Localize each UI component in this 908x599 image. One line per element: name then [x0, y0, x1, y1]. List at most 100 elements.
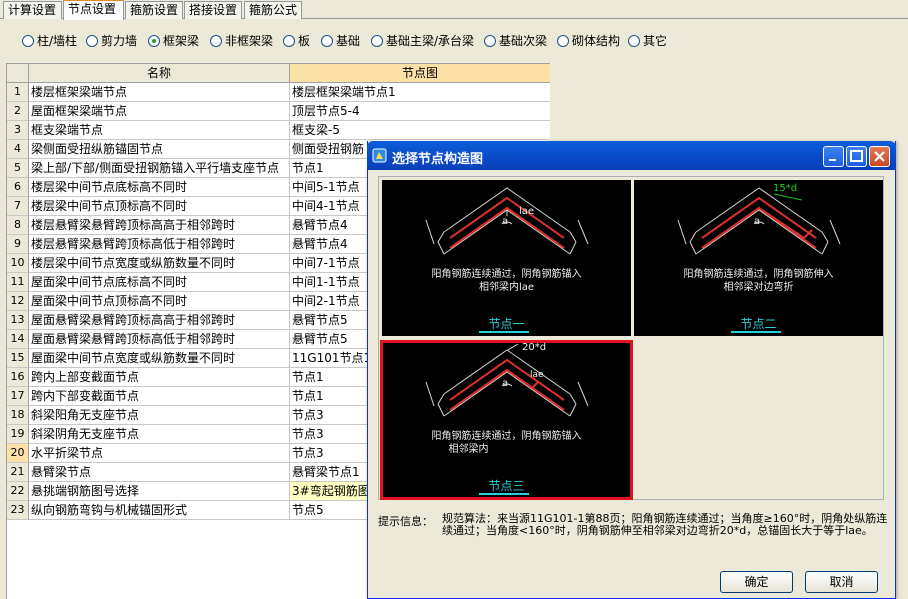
node-2-angle-label: a	[754, 216, 761, 227]
row-name-cell[interactable]: 楼层框架梁端节点	[29, 83, 290, 102]
radio-dot-icon	[210, 35, 222, 47]
row-number: 4	[7, 140, 29, 159]
radio-label: 基础	[336, 34, 361, 48]
row-number: 22	[7, 482, 29, 501]
node-3-description-line-1: 阳角钢筋连续通过，阴角钢筋锚入	[431, 431, 582, 442]
radio-dot-icon	[321, 35, 333, 47]
node-1-description-line-1: 阳角钢筋连续通过，阴角钢筋锚入	[431, 269, 582, 280]
row-name-cell[interactable]: 水平折梁节点	[29, 444, 290, 463]
row-name-cell[interactable]: 纵向钢筋弯钩与机械锚固形式	[29, 501, 290, 520]
node-1-angle-label: a	[502, 216, 509, 227]
row-name-cell[interactable]: 斜梁阳角无支座节点	[29, 406, 290, 425]
row-name-cell[interactable]: 跨内下部变截面节点	[29, 387, 290, 406]
row-name-cell[interactable]: 屋面梁中间节点宽度或纵筋数量不同时	[29, 349, 290, 368]
row-name-cell[interactable]: 悬挑端钢筋图号选择	[29, 482, 290, 501]
header-node-diagram[interactable]: 节点图	[290, 64, 550, 83]
header-name[interactable]: 名称	[29, 64, 290, 83]
row-name-cell[interactable]: 屋面框架梁端节点	[29, 102, 290, 121]
radio-shear-wall[interactable]: 剪力墙	[86, 34, 137, 50]
node-card-3[interactable]: 20*d lae a 阳角钢筋连续通过，阴角钢筋锚入 相邻梁内 节点三	[380, 340, 633, 500]
table-row[interactable]: 2 屋面框架梁端节点 顶层节点5-4	[7, 102, 550, 121]
row-node-cell[interactable]: 顶层节点5-4	[290, 102, 550, 121]
radio-slab[interactable]: 板	[283, 34, 310, 50]
row-number: 6	[7, 178, 29, 197]
radio-frame-beam[interactable]: 框架梁	[148, 34, 199, 50]
dialog-title-bar[interactable]: 选择节点构造图	[367, 141, 896, 170]
radio-label: 基础次梁	[499, 34, 548, 48]
close-button[interactable]	[869, 146, 890, 167]
node-2-dim-label: 15*d	[773, 183, 798, 194]
tab-stirrup-settings[interactable]: 箍筋设置	[125, 1, 183, 19]
cancel-button[interactable]: 取消	[805, 571, 878, 593]
row-number: 9	[7, 235, 29, 254]
node-3-underline	[479, 493, 529, 495]
row-name-cell[interactable]: 楼层悬臂梁悬臂跨顶标高高于相邻跨时	[29, 216, 290, 235]
row-name-cell[interactable]: 梁侧面受扭纵筋锚固节点	[29, 140, 290, 159]
row-name-cell[interactable]: 跨内上部变截面节点	[29, 368, 290, 387]
radio-dot-icon	[86, 35, 98, 47]
close-icon	[874, 151, 885, 162]
tab-calc-settings[interactable]: 计算设置	[3, 1, 62, 19]
radio-label: 剪力墙	[101, 34, 138, 48]
row-name-cell[interactable]: 屋面悬臂梁悬臂跨顶标高高于相邻跨时	[29, 311, 290, 330]
node-3-dim2-label: lae	[530, 370, 544, 380]
row-number: 17	[7, 387, 29, 406]
row-name-cell[interactable]: 屋面梁中间节点底标高不同时	[29, 273, 290, 292]
row-name-cell[interactable]: 楼层悬臂梁悬臂跨顶标高低于相邻跨时	[29, 235, 290, 254]
row-node-cell[interactable]: 框支梁-5	[290, 121, 550, 140]
row-number: 20	[7, 444, 29, 463]
radio-masonry[interactable]: 砌体结构	[557, 34, 620, 50]
radio-non-frame-beam[interactable]: 非框架梁	[210, 34, 273, 50]
node-2-diagram	[677, 187, 841, 255]
row-name-cell[interactable]: 悬臂梁节点	[29, 463, 290, 482]
maximize-icon	[850, 150, 863, 162]
radio-foundation-main-beam[interactable]: 基础主梁/承台梁	[371, 34, 474, 50]
tab-node-settings[interactable]: 节点设置	[63, 0, 124, 20]
radio-column[interactable]: 柱/墙柱	[22, 34, 77, 50]
row-name-cell[interactable]: 楼层梁中间节点底标高不同时	[29, 178, 290, 197]
tab-lap-settings[interactable]: 搭接设置	[184, 1, 242, 19]
node-3-dim-label: 20*d	[522, 342, 547, 353]
row-node-cell[interactable]: 楼层框架梁端节点1	[290, 83, 550, 102]
row-name-cell[interactable]: 框支梁端节点	[29, 121, 290, 140]
radio-label: 基础主梁/承台梁	[386, 34, 475, 48]
radio-other[interactable]: 其它	[628, 34, 667, 50]
radio-foundation-secondary-beam[interactable]: 基础次梁	[484, 34, 547, 50]
radio-label: 柱/墙柱	[37, 34, 78, 48]
node-2-description-line-1: 阳角钢筋连续通过，阴角钢筋伸入	[683, 269, 834, 280]
node-card-2[interactable]: 15*d a 阳角钢筋连续通过，阴角钢筋伸入 相邻梁对边弯折 节点二	[634, 180, 883, 336]
radio-dot-icon	[371, 35, 383, 47]
row-number: 19	[7, 425, 29, 444]
row-name-cell[interactable]: 楼层梁中间节点宽度或纵筋数量不同时	[29, 254, 290, 273]
node-3-diagram	[425, 343, 589, 417]
radio-label: 非框架梁	[225, 34, 274, 48]
row-number: 12	[7, 292, 29, 311]
node-1-description-line-2: 相邻梁内lae	[478, 282, 535, 293]
radio-label: 其它	[643, 34, 668, 48]
row-number: 3	[7, 121, 29, 140]
app-icon	[372, 148, 387, 163]
node-3-angle-label: a	[502, 378, 509, 389]
row-number: 14	[7, 330, 29, 349]
node-2-description-line-2: 相邻梁对边弯折	[723, 282, 794, 293]
radio-label: 框架梁	[163, 34, 200, 48]
row-name-cell[interactable]: 斜梁阴角无支座节点	[29, 425, 290, 444]
row-number: 5	[7, 159, 29, 178]
table-row[interactable]: 1 楼层框架梁端节点 楼层框架梁端节点1	[7, 83, 550, 102]
node-card-1[interactable]: lae a 阳角钢筋连续通过，阴角钢筋锚入 相邻梁内lae 节点一	[382, 180, 631, 336]
row-name-cell[interactable]: 屋面悬臂梁悬臂跨顶标高低于相邻跨时	[29, 330, 290, 349]
node-1-dim-label: lae	[519, 206, 535, 217]
minimize-button[interactable]	[823, 146, 844, 167]
node-3-label: 节点三	[488, 479, 525, 493]
row-number: 23	[7, 501, 29, 520]
ok-button[interactable]: 确定	[720, 571, 793, 593]
row-name-cell[interactable]: 屋面梁中间节点顶标高不同时	[29, 292, 290, 311]
tab-stirrup-formula[interactable]: 箍筋公式	[244, 1, 302, 19]
row-number: 2	[7, 102, 29, 121]
row-number: 18	[7, 406, 29, 425]
row-name-cell[interactable]: 楼层梁中间节点顶标高不同时	[29, 197, 290, 216]
radio-foundation[interactable]: 基础	[321, 34, 360, 50]
row-name-cell[interactable]: 梁上部/下部/侧面受扭钢筋锚入平行墙支座节点	[29, 159, 290, 178]
maximize-button[interactable]	[846, 146, 867, 167]
table-row[interactable]: 3 框支梁端节点 框支梁-5	[7, 121, 550, 140]
